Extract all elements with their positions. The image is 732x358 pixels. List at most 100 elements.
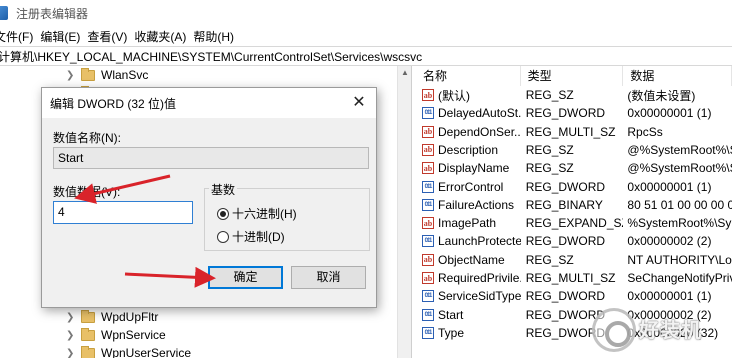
string-value-icon: ab xyxy=(422,217,434,230)
cell-type: REG_DWORD xyxy=(525,179,606,194)
address-path[interactable]: 计算机\HKEY_LOCAL_MACHINE\SYSTEM\CurrentCon… xyxy=(0,48,422,65)
tree-item-label: WpdUpFltr xyxy=(101,310,159,324)
tree-scrollbar[interactable]: ▲ xyxy=(397,66,411,358)
column-header-name[interactable]: 名称 xyxy=(416,66,521,86)
cell-type: REG_EXPAND_SZ xyxy=(525,216,624,231)
cell-type: REG_DWORD xyxy=(525,289,606,304)
menu-file[interactable]: 文件(F) xyxy=(0,28,40,45)
cell-name: ab RequiredPrivile... xyxy=(416,271,521,285)
radio-button-checked[interactable] xyxy=(217,207,229,220)
cell-type: REG_BINARY xyxy=(525,197,603,212)
watermark-logo-icon xyxy=(592,308,636,352)
column-header-data[interactable]: 数据 xyxy=(623,66,732,86)
value-name-label: 数值名称(N): xyxy=(53,131,121,145)
folder-icon xyxy=(81,345,95,358)
radio-decimal[interactable]: 十进制(D) xyxy=(217,228,285,245)
column-header-type[interactable]: 类型 xyxy=(521,66,624,86)
string-value-icon: ab xyxy=(422,162,434,175)
string-value-icon: ab xyxy=(422,125,434,138)
menu-edit[interactable]: 编辑(E) xyxy=(40,28,87,45)
cell-name: ab DependOnSer... xyxy=(416,125,521,139)
cancel-button[interactable]: 取消 xyxy=(291,266,366,289)
list-row[interactable]: ab DisplayName REG_SZ @%SystemRoot%\S xyxy=(416,159,732,177)
tree-item-wpnservice[interactable]: ❯ WpnService xyxy=(66,326,166,344)
value-name: ServiceSidType xyxy=(438,289,521,304)
value-name-field: Start xyxy=(53,147,369,169)
cell-data: RpcSs xyxy=(627,124,663,139)
registry-editor-icon xyxy=(0,6,8,20)
cell-type: REG_MULTI_SZ xyxy=(525,124,616,139)
radio-hexadecimal[interactable]: 十六进制(H) xyxy=(217,205,297,222)
tree-item-wpnuserservice[interactable]: ❯ WpnUserService xyxy=(66,344,191,358)
chevron-right-icon[interactable]: ❯ xyxy=(66,70,76,81)
chevron-right-icon[interactable]: ❯ xyxy=(66,330,76,341)
folder-icon xyxy=(81,67,95,81)
cell-data: SeChangeNotifyPriv xyxy=(627,271,732,285)
base-label: 基数 xyxy=(209,181,238,198)
list-row[interactable]: 011 DelayedAutoSt... REG_DWORD 0x00000001 (… xyxy=(416,104,732,122)
list-row[interactable]: 011 FailureActions REG_BINARY 80 51 01 00 0… xyxy=(416,196,732,214)
tree-item-label: WpnService xyxy=(101,328,166,342)
list-row[interactable]: ab DependOnSer... REG_MULTI_SZ RpcSs xyxy=(416,123,732,141)
cell-data: 0x00000002 (2) xyxy=(627,234,712,249)
close-icon[interactable]: ✕ xyxy=(350,94,368,112)
string-value-icon: ab xyxy=(422,272,434,284)
radio-button[interactable] xyxy=(217,230,229,243)
list-row[interactable]: ab (默认) REG_SZ (数值未设置) xyxy=(416,86,732,104)
cell-type: REG_DWORD xyxy=(525,234,606,249)
list-row[interactable]: 011 ErrorControl REG_DWORD 0x00000001 (1) xyxy=(416,178,732,196)
folder-icon xyxy=(81,309,95,323)
chevron-right-icon[interactable]: ❯ xyxy=(66,348,76,358)
value-name: ImagePath xyxy=(438,216,497,231)
value-name: (默认) xyxy=(438,88,470,103)
cell-data: NT AUTHORITY\Loc xyxy=(627,252,732,267)
list-row[interactable]: ab ImagePath REG_EXPAND_SZ %SystemRoot%\Sy xyxy=(416,214,732,232)
ok-button[interactable]: 确定 xyxy=(208,266,283,289)
binary-value-icon: 011 xyxy=(422,107,434,120)
list-row[interactable]: ab ObjectName REG_SZ NT AUTHORITY\Loc xyxy=(416,251,732,269)
value-data-label: 数值数据(V): xyxy=(53,185,121,199)
value-name: Start xyxy=(438,307,464,322)
tree-item-wlansvc[interactable]: ❯ WlanSvc xyxy=(66,66,148,84)
value-data-input[interactable]: 4 xyxy=(53,201,193,224)
value-name: ErrorControl xyxy=(438,179,504,194)
cell-type: REG_SZ xyxy=(525,142,574,157)
title-bar: 注册表编辑器 xyxy=(0,0,732,26)
chevron-right-icon[interactable]: ❯ xyxy=(66,312,76,323)
binary-value-icon: 011 xyxy=(422,326,434,339)
cell-data: @%SystemRoot%\S xyxy=(627,142,732,157)
value-name: Type xyxy=(438,325,465,340)
hex-label: 十六进制(H) xyxy=(232,207,297,221)
binary-value-icon: 011 xyxy=(422,308,434,321)
cell-type: REG_SZ xyxy=(525,88,574,102)
cell-type: REG_MULTI_SZ xyxy=(525,271,616,285)
cell-name: 011 DelayedAutoSt... xyxy=(416,106,521,120)
value-name: ObjectName xyxy=(438,252,505,267)
list-row[interactable]: 011 ServiceSidType REG_DWORD 0x00000001 (1) xyxy=(416,287,732,305)
string-value-icon: ab xyxy=(422,143,434,156)
cell-data: 0x00000001 (1) xyxy=(627,179,712,194)
binary-value-icon: 011 xyxy=(422,198,434,211)
list-row[interactable]: ab Description REG_SZ @%SystemRoot%\S xyxy=(416,141,732,159)
cell-data: 80 51 01 00 00 00 0 xyxy=(627,197,732,212)
menu-favorites[interactable]: 收藏夹(A) xyxy=(134,28,193,45)
menu-help[interactable]: 帮助(H) xyxy=(193,28,241,45)
value-name: RequiredPrivile... xyxy=(438,271,521,285)
tree-item-label: WlanSvc xyxy=(101,68,149,82)
cell-name: 011 ServiceSidType xyxy=(416,289,521,303)
watermark: 好装机 xyxy=(592,306,732,358)
dec-label: 十进制(D) xyxy=(232,230,285,244)
tree-item-wpdupfltr[interactable]: ❯ WpdUpFltr xyxy=(66,308,158,326)
tree-item-label: WpnUserService xyxy=(101,346,192,358)
cell-name: ab DisplayName xyxy=(416,161,521,175)
menu-view[interactable]: 查看(V) xyxy=(87,28,134,45)
scroll-up-arrow-icon[interactable]: ▲ xyxy=(401,68,409,77)
dialog-title: 编辑 DWORD (32 位)值 xyxy=(50,96,177,111)
cell-name: ab Description xyxy=(416,143,521,157)
binary-value-icon: 011 xyxy=(422,180,434,193)
value-name: DelayedAutoSt... xyxy=(438,106,521,121)
address-bar[interactable]: 计算机\HKEY_LOCAL_MACHINE\SYSTEM\CurrentCon… xyxy=(0,46,732,66)
list-row[interactable]: 011 LaunchProtected REG_DWORD 0x00000002 (2… xyxy=(416,232,732,250)
binary-value-icon: 011 xyxy=(422,235,434,248)
list-row[interactable]: ab RequiredPrivile... REG_MULTI_SZ SeChange… xyxy=(416,269,732,287)
